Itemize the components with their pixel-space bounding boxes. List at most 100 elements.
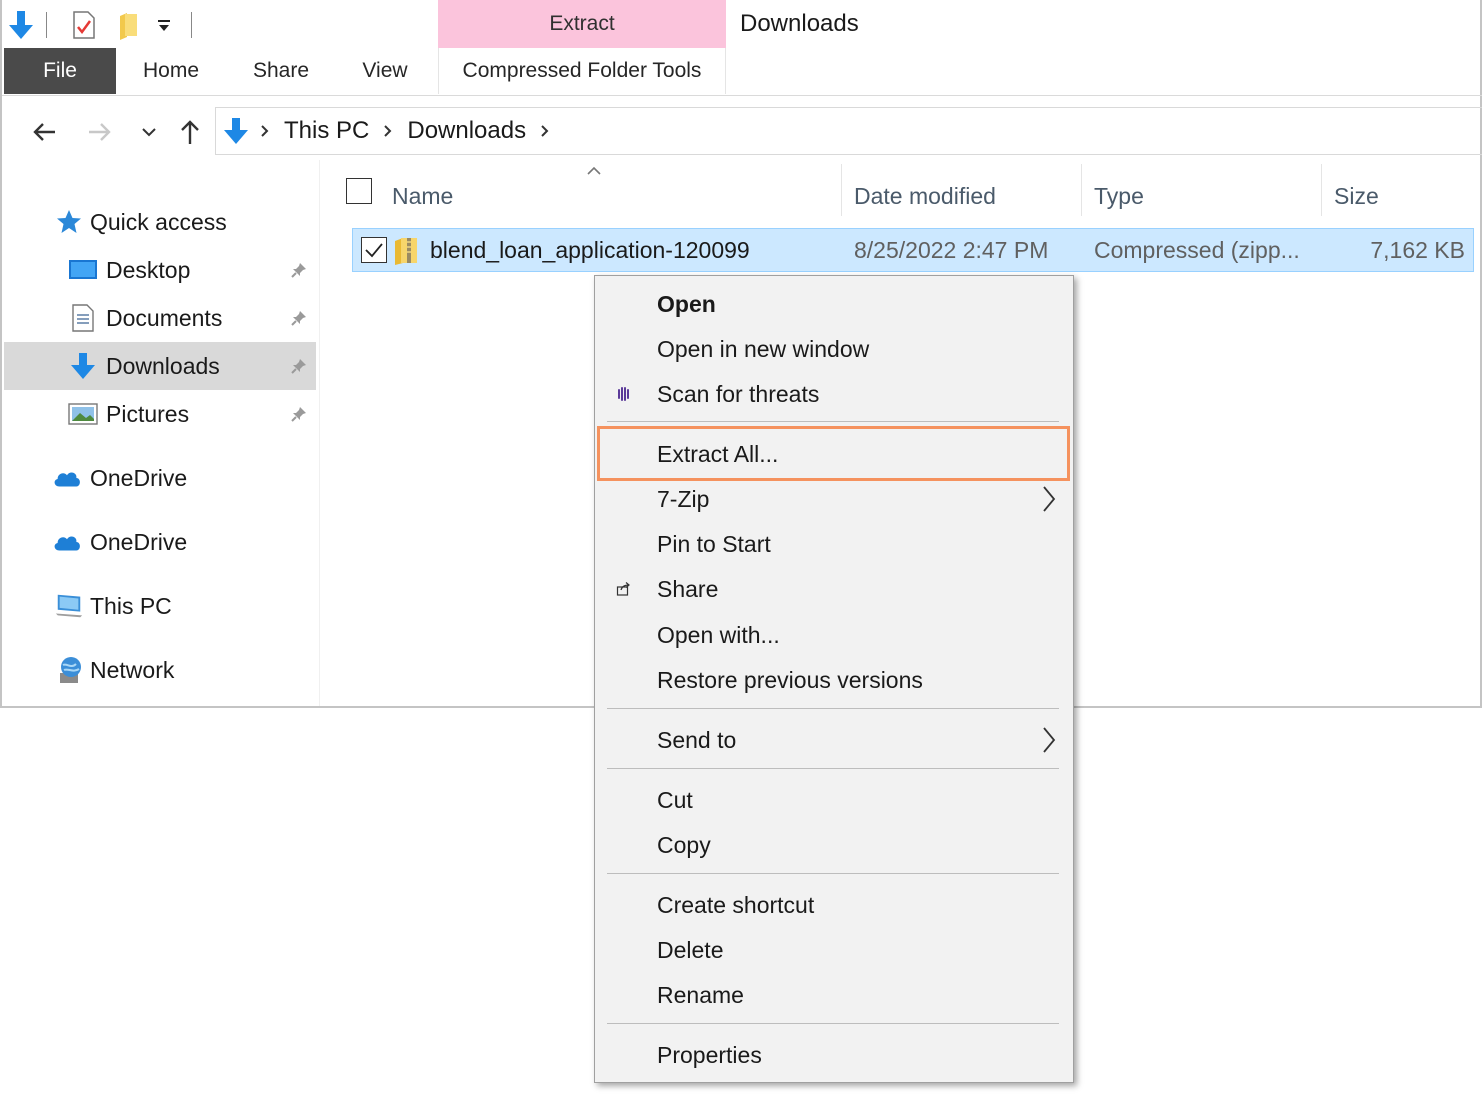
menu-item-label: Open — [657, 290, 716, 317]
sidebar-item-label: OneDrive — [90, 464, 188, 491]
sidebar-item-pictures[interactable]: Pictures — [4, 390, 316, 438]
menu-item-open-new-window[interactable]: Open in new window — [595, 327, 1073, 371]
sidebar-item-desktop[interactable]: Desktop — [4, 246, 316, 294]
menu-item-label: Create shortcut — [657, 891, 815, 918]
submenu-chevron-icon — [1039, 484, 1059, 514]
menu-item-label: Open with... — [657, 621, 780, 648]
menu-item-label: Copy — [657, 831, 711, 858]
share-icon — [613, 578, 635, 600]
pin-icon[interactable] — [288, 403, 310, 425]
menu-item-open-with[interactable]: Open with... — [595, 613, 1073, 657]
menu-item-rename[interactable]: Rename — [595, 973, 1073, 1017]
column-header-type[interactable]: Type — [1094, 174, 1144, 218]
defender-scan-icon — [613, 383, 635, 405]
menu-item-label: Share — [657, 575, 719, 602]
sidebar-item-onedrive-personal[interactable]: OneDrive — [4, 518, 316, 566]
menu-item-share[interactable]: Share — [595, 567, 1073, 611]
quick-access-toolbar — [2, 0, 438, 48]
column-divider[interactable] — [1321, 164, 1322, 216]
tab-home[interactable]: Home — [128, 48, 214, 94]
window-title: Downloads — [740, 10, 859, 37]
toolbar-divider — [191, 12, 192, 38]
breadcrumb-separator-icon[interactable] — [540, 124, 550, 138]
row-checkbox[interactable] — [361, 237, 387, 263]
sidebar-item-label: OneDrive — [90, 528, 188, 555]
menu-item-open[interactable]: Open — [595, 282, 1073, 326]
menu-separator — [607, 708, 1059, 709]
context-tab-group-extract: Extract — [438, 0, 726, 48]
column-divider[interactable] — [841, 164, 842, 216]
sidebar-item-downloads[interactable]: Downloads — [4, 342, 316, 390]
menu-separator — [607, 421, 1059, 422]
pin-icon[interactable] — [288, 259, 310, 281]
toolbar-divider — [46, 12, 47, 38]
menu-item-label: Properties — [657, 1041, 762, 1068]
sidebar-item-quick-access[interactable]: Quick access — [4, 198, 316, 246]
menu-item-label: Delete — [657, 936, 724, 963]
recent-locations-chevron-icon[interactable] — [136, 114, 162, 150]
menu-item-send-to[interactable]: Send to — [595, 718, 1073, 762]
onedrive-cloud-icon — [52, 463, 82, 493]
back-arrow-icon[interactable] — [26, 114, 62, 150]
menu-item-delete[interactable]: Delete — [595, 928, 1073, 972]
column-header-date-modified[interactable]: Date modified — [854, 174, 996, 218]
new-folder-icon[interactable] — [112, 8, 144, 42]
menu-item-label: Rename — [657, 981, 744, 1008]
breadcrumb-separator-icon[interactable] — [260, 124, 270, 138]
pin-icon[interactable] — [288, 307, 310, 329]
menu-item-restore-previous-versions[interactable]: Restore previous versions — [595, 658, 1073, 702]
menu-item-properties[interactable]: Properties — [595, 1033, 1073, 1077]
file-type: Compressed (zipp... — [1094, 236, 1300, 263]
pictures-icon — [68, 399, 98, 429]
file-name: blend_loan_application-120099 — [430, 236, 750, 263]
documents-icon — [68, 303, 98, 333]
customize-dropdown-icon[interactable] — [152, 8, 176, 42]
menu-item-label: Pin to Start — [657, 530, 771, 557]
menu-item-label: 7-Zip — [657, 485, 710, 512]
sidebar-item-network[interactable]: Network — [4, 646, 316, 694]
menu-item-7zip[interactable]: 7-Zip — [595, 477, 1073, 521]
sidebar-item-label: Downloads — [106, 352, 220, 379]
up-arrow-icon[interactable] — [174, 114, 206, 150]
menu-separator — [607, 1023, 1059, 1024]
tab-share[interactable]: Share — [240, 48, 322, 94]
properties-check-icon[interactable] — [68, 8, 100, 42]
menu-item-cut[interactable]: Cut — [595, 778, 1073, 822]
tab-compressed-folder-tools[interactable]: Compressed Folder Tools — [438, 48, 726, 94]
network-globe-icon — [54, 655, 84, 685]
address-bar[interactable]: This PC Downloads — [215, 107, 1482, 155]
menu-item-label: Send to — [657, 726, 737, 753]
menu-item-scan-for-threats[interactable]: Scan for threats — [595, 372, 1073, 416]
menu-item-pin-to-start[interactable]: Pin to Start — [595, 522, 1073, 566]
breadcrumb-separator-icon[interactable] — [383, 124, 393, 138]
downloads-location-icon — [222, 116, 250, 146]
sidebar-item-this-pc[interactable]: This PC — [4, 582, 316, 630]
sidebar-item-label: Documents — [106, 304, 223, 331]
menu-item-label: Cut — [657, 786, 693, 813]
file-size: 7,162 KB — [1370, 236, 1465, 263]
column-header-name[interactable]: Name — [392, 174, 453, 218]
pin-icon[interactable] — [288, 355, 310, 377]
context-menu: Open Open in new window Scan for threats… — [594, 275, 1074, 1083]
forward-arrow-icon[interactable] — [82, 114, 118, 150]
column-divider[interactable] — [1081, 164, 1082, 216]
menu-separator — [607, 873, 1059, 874]
breadcrumb-this-pc[interactable]: This PC — [284, 117, 369, 145]
menu-item-create-shortcut[interactable]: Create shortcut — [595, 883, 1073, 927]
ribbon-tabs: File Home Share View Compressed Folder T… — [2, 48, 1482, 96]
sidebar-item-label: Quick access — [90, 208, 227, 235]
sidebar-item-documents[interactable]: Documents — [4, 294, 316, 342]
tab-file[interactable]: File — [4, 48, 116, 94]
file-row[interactable]: blend_loan_application-120099 8/25/2022 … — [352, 228, 1474, 272]
menu-item-copy[interactable]: Copy — [595, 823, 1073, 867]
breadcrumb-downloads[interactable]: Downloads — [407, 117, 526, 145]
sidebar-item-label: Network — [90, 656, 175, 683]
tab-view[interactable]: View — [348, 48, 422, 94]
menu-item-label: Open in new window — [657, 335, 870, 362]
download-arrow-icon[interactable] — [4, 8, 38, 42]
column-header-size[interactable]: Size — [1334, 174, 1379, 218]
select-all-checkbox[interactable] — [346, 178, 372, 204]
menu-separator — [607, 768, 1059, 769]
sidebar-item-onedrive[interactable]: OneDrive — [4, 454, 316, 502]
highlight-box — [597, 426, 1070, 481]
